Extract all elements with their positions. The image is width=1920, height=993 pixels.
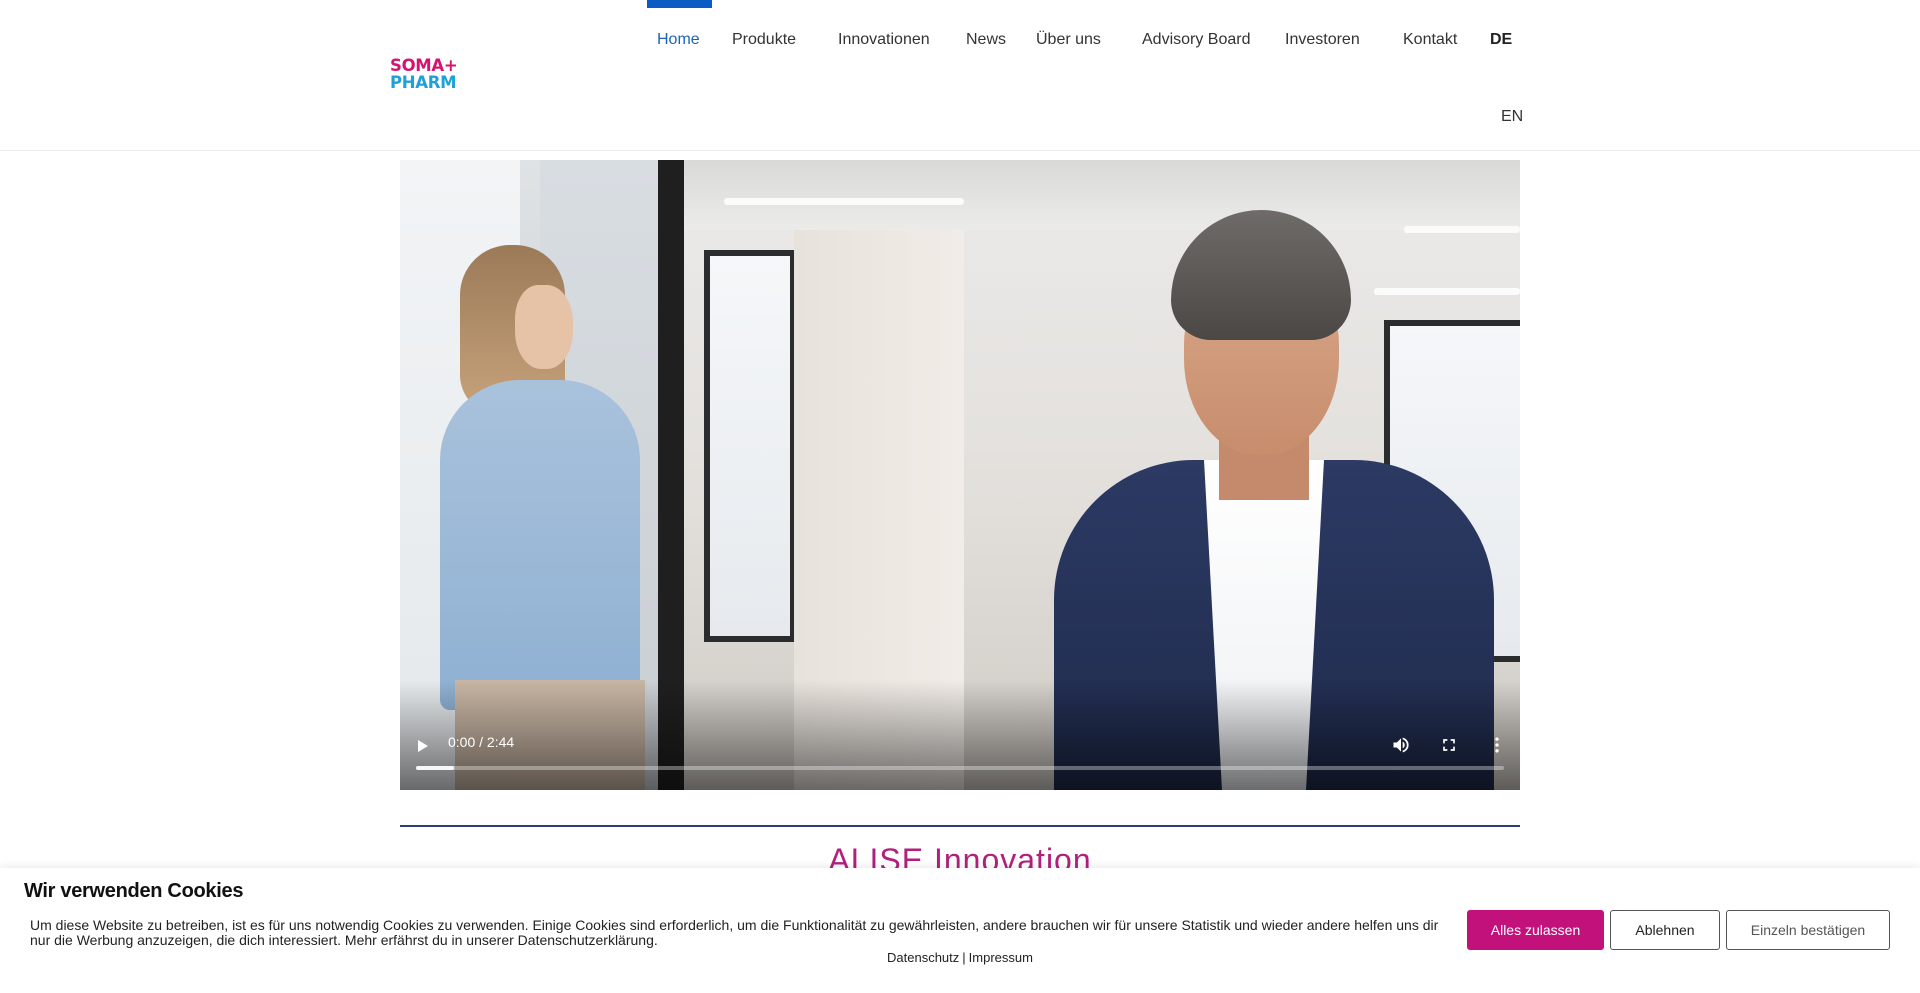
link-separator: |	[962, 950, 966, 965]
nav-item-kontakt[interactable]: Kontakt	[1403, 31, 1457, 49]
video-player[interactable]: 0:00 / 2:44	[400, 160, 1520, 790]
lang-en[interactable]: EN	[1501, 108, 1523, 126]
video-time: 0:00 / 2:44	[448, 734, 515, 750]
logo-line-2: PHARM	[390, 73, 457, 92]
nav-item-produkte[interactable]: Produkte	[732, 31, 796, 49]
nav-item-advisory-board[interactable]: Advisory Board	[1142, 31, 1251, 49]
video-controls-bar	[400, 680, 1520, 790]
logo[interactable]: SOMA+ PHARM	[390, 56, 458, 92]
nav-item-innovationen[interactable]: Innovationen	[838, 31, 930, 49]
confirm-individually-button[interactable]: Einzeln bestätigen	[1726, 910, 1890, 950]
video-progress-fill	[416, 766, 455, 770]
cookie-banner: Wir verwenden Cookies Um diese Website z…	[0, 868, 1920, 993]
section-divider	[400, 825, 1520, 827]
fullscreen-icon[interactable]	[1439, 735, 1459, 755]
imprint-link[interactable]: Impressum	[969, 950, 1033, 965]
nav-item-investoren[interactable]: Investoren	[1285, 31, 1360, 49]
video-progress-bar[interactable]	[416, 766, 1504, 770]
decline-button[interactable]: Ablehnen	[1610, 910, 1720, 950]
privacy-link[interactable]: Datenschutz	[887, 950, 959, 965]
nav-active-indicator	[647, 0, 712, 8]
logo-line-1: SOMA+	[390, 56, 458, 75]
nav-item-ueber-uns[interactable]: Über uns	[1036, 31, 1101, 49]
cookie-description: Um diese Website zu betreiben, ist es fü…	[30, 917, 1439, 948]
play-icon[interactable]	[418, 740, 428, 752]
accept-all-button[interactable]: Alles zulassen	[1467, 910, 1604, 950]
nav-item-news[interactable]: News	[966, 31, 1006, 49]
volume-icon[interactable]	[1391, 735, 1411, 755]
lang-de[interactable]: DE	[1490, 31, 1512, 49]
more-options-icon[interactable]	[1487, 735, 1507, 755]
site-header: SOMA+ PHARM Home Produkte Innovationen N…	[0, 0, 1920, 151]
nav-item-home[interactable]: Home	[657, 31, 700, 49]
cookie-title: Wir verwenden Cookies	[24, 880, 244, 902]
cookie-links: Datenschutz | Impressum	[0, 950, 1920, 965]
